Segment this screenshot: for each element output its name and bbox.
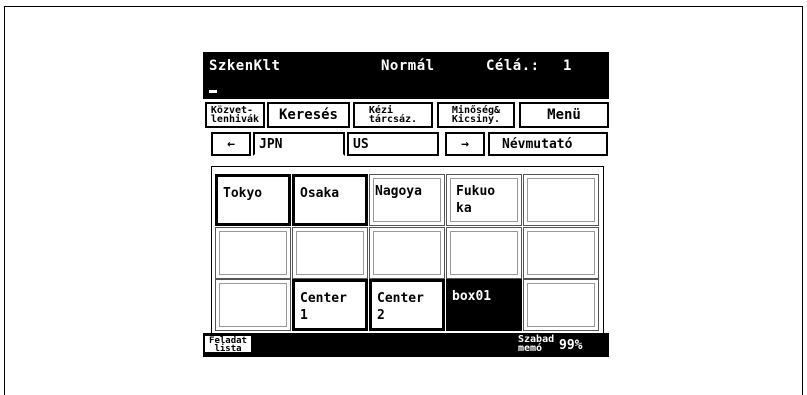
destination-empty[interactable] (523, 227, 599, 279)
destination-nagoya[interactable]: Nagoya (369, 174, 445, 226)
free-memory-value: 99% (559, 338, 583, 353)
destination-empty[interactable] (215, 227, 291, 279)
destination-label: Fukuo ka (456, 184, 496, 216)
job-list-label: Feladat lista (209, 336, 247, 354)
destination-fukuoka[interactable]: Fukuo ka (446, 174, 522, 226)
destination-osaka[interactable]: Osaka (292, 174, 368, 226)
tab-intermediate[interactable]: Közvet- lenhivák (205, 102, 265, 128)
destination-label: Osaka (300, 186, 340, 201)
menu-button-label: Menü (547, 107, 581, 123)
destination-empty[interactable] (369, 227, 445, 279)
job-list-button[interactable]: Feladat lista (204, 335, 252, 354)
destination-box01[interactable]: box01 (446, 279, 522, 331)
destination-empty[interactable] (446, 227, 522, 279)
tab-intermediate-label: Közvet- lenhivák (210, 105, 260, 125)
group-tab-jpn[interactable]: JPN (253, 132, 345, 156)
index-button[interactable]: Névmutató (488, 132, 608, 156)
group-tab-us[interactable]: US (347, 132, 439, 156)
quality-mode: Normál (381, 58, 435, 74)
destination-empty[interactable] (523, 279, 599, 331)
right-arrow-icon: → (461, 136, 469, 152)
target-label: Célá.: (486, 58, 540, 74)
left-arrow-icon: ← (227, 136, 235, 152)
destination-label: Nagoya (375, 184, 422, 199)
destination-center-2[interactable]: Center 2 (369, 279, 445, 331)
tab-search[interactable]: Keresés (267, 102, 350, 128)
prev-arrow-button[interactable]: ← (211, 132, 251, 156)
tab-manual-label: Kézi tárcsáz. (368, 105, 418, 125)
index-button-label: Névmutató (502, 136, 573, 152)
next-arrow-button[interactable]: → (445, 132, 485, 156)
tab-quality-label: Minőség& Kicsiny. (451, 105, 501, 125)
destination-empty[interactable] (292, 227, 368, 279)
destination-center-1[interactable]: Center 1 (292, 279, 368, 331)
destination-tokyo[interactable]: Tokyo (215, 174, 291, 226)
tab-manual-dial[interactable]: Kézi tárcsáz. (353, 102, 433, 128)
target-count: 1 (563, 58, 572, 74)
control-panel-screen: SzkenKlt Normál Célá.: 1 Közvet- lenhivá… (203, 52, 609, 357)
free-memory-label: Szabad memó (518, 334, 555, 354)
destination-label: Tokyo (223, 186, 263, 201)
destination-label: box01 (452, 289, 492, 304)
status-bar: SzkenKlt Normál Célá.: 1 (203, 52, 609, 99)
mode-title: SzkenKlt (209, 58, 281, 74)
tab-quality[interactable]: Minőség& Kicsiny. (437, 102, 515, 128)
destination-label: Center 1 (300, 291, 347, 323)
input-cursor (209, 90, 217, 93)
destination-empty[interactable] (523, 174, 599, 226)
footer-bar: Feladat lista Szabad memó 99% (203, 333, 609, 357)
menu-button[interactable]: Menü (519, 102, 609, 128)
destination-empty[interactable] (215, 279, 291, 331)
destination-label: Center 2 (377, 291, 424, 323)
group-tab-jpn-label: JPN (259, 136, 283, 152)
tab-search-label: Keresés (278, 107, 338, 123)
group-tab-us-label: US (353, 136, 369, 152)
